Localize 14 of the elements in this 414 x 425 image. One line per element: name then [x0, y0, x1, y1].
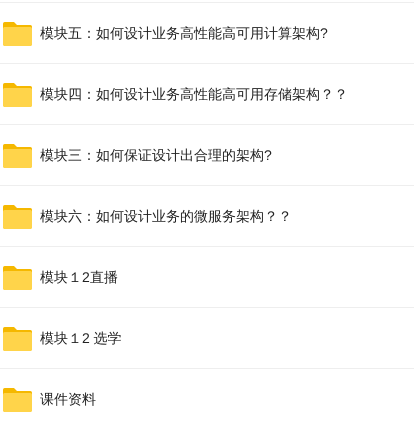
- folder-name[interactable]: 模块１2 选学: [40, 328, 122, 348]
- folder-icon: [3, 20, 32, 46]
- folder-icon: [3, 325, 32, 351]
- folder-name[interactable]: 模块五：如何设计业务高性能高可用计算架构?: [40, 22, 328, 44]
- folder-name[interactable]: 模块六：如何设计业务的微服务架构？？: [40, 206, 292, 226]
- folder-icon: [3, 81, 32, 107]
- folder-icon: [3, 142, 32, 168]
- folder-name[interactable]: 模块三：如何保证设计出合理的架构?: [40, 144, 272, 166]
- folder-icon: [3, 386, 32, 412]
- folder-icon: [3, 264, 32, 290]
- folder-name[interactable]: 模块四：如何设计业务高性能高可用存储架构？？: [40, 84, 348, 104]
- folder-icon: [3, 203, 32, 229]
- folder-name[interactable]: 模块１2直播: [40, 266, 118, 288]
- folder-name[interactable]: 课件资料: [40, 388, 96, 410]
